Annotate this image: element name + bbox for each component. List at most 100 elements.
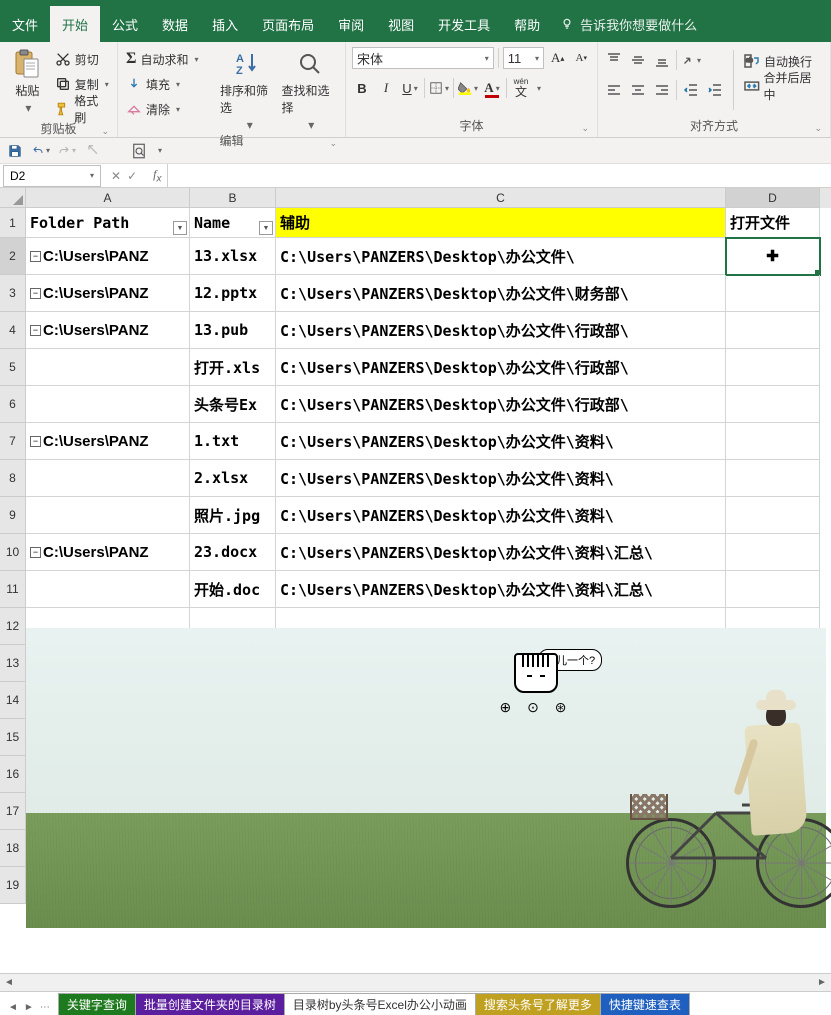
- bold-button[interactable]: B: [352, 78, 372, 98]
- cell[interactable]: 13.xlsx: [190, 238, 276, 275]
- cell[interactable]: C:\Users\PANZERS\Desktop\办公文件\资料\汇总\: [276, 534, 726, 571]
- cell[interactable]: [726, 830, 820, 867]
- cell[interactable]: [26, 571, 190, 608]
- scroll-left-icon[interactable]: ◄: [0, 977, 18, 988]
- worksheet-grid[interactable]: A B C D 1Folder Path▼Name▼辅助打开文件2−C:\Use…: [0, 188, 831, 973]
- menu-tab-7[interactable]: 视图: [376, 6, 426, 42]
- orientation-icon[interactable]: ▾: [681, 50, 701, 70]
- increase-font-icon[interactable]: A▴: [548, 48, 568, 68]
- cell[interactable]: [276, 719, 726, 756]
- cell[interactable]: [26, 460, 190, 497]
- cell[interactable]: [276, 645, 726, 682]
- outline-collapse-icon[interactable]: −: [30, 436, 41, 447]
- italic-button[interactable]: I: [376, 78, 396, 98]
- cell[interactable]: [726, 608, 820, 645]
- cell[interactable]: [276, 682, 726, 719]
- sheet-nav-last-icon[interactable]: ►: [22, 1000, 36, 1015]
- outline-collapse-icon[interactable]: −: [30, 325, 41, 336]
- align-left-icon[interactable]: [604, 80, 624, 100]
- format-painter-button[interactable]: 格式刷: [53, 98, 111, 120]
- font-size-select[interactable]: 11▾: [503, 47, 544, 69]
- name-box[interactable]: D2▾: [3, 165, 101, 187]
- outline-collapse-icon[interactable]: −: [30, 288, 41, 299]
- cell[interactable]: [26, 756, 190, 793]
- cell[interactable]: C:\Users\PANZERS\Desktop\办公文件\资料\: [276, 423, 726, 460]
- cell[interactable]: [726, 497, 820, 534]
- sheet-tab[interactable]: 快捷键速查表: [600, 993, 690, 1015]
- autosum-button[interactable]: Σ自动求和▾: [124, 48, 216, 70]
- cell[interactable]: 12.pptx: [190, 275, 276, 312]
- cell[interactable]: C:\Users\PANZERS\Desktop\办公文件\资料\: [276, 497, 726, 534]
- row-header[interactable]: 10: [0, 534, 26, 571]
- cell[interactable]: [190, 682, 276, 719]
- cell[interactable]: [26, 719, 190, 756]
- enter-formula-icon[interactable]: ✓: [127, 169, 137, 183]
- fill-color-button[interactable]: ▾: [458, 78, 478, 98]
- row-header[interactable]: 12: [0, 608, 26, 645]
- horizontal-scrollbar[interactable]: ◄ ►: [0, 973, 831, 991]
- sheet-nav-first-icon[interactable]: ◄: [6, 1000, 20, 1015]
- menu-tab-3[interactable]: 数据: [150, 6, 200, 42]
- fx-icon[interactable]: fx: [147, 167, 167, 184]
- align-middle-icon[interactable]: [628, 50, 648, 70]
- row-header[interactable]: 1: [0, 208, 26, 238]
- cell[interactable]: C:\Users\PANZERS\Desktop\办公文件\行政部\: [276, 349, 726, 386]
- row-header[interactable]: 7: [0, 423, 26, 460]
- cell[interactable]: [726, 756, 820, 793]
- align-bottom-icon[interactable]: [652, 50, 672, 70]
- find-select-button[interactable]: 查找和选择▾: [282, 46, 340, 132]
- row-header[interactable]: 4: [0, 312, 26, 349]
- col-header-A[interactable]: A: [26, 188, 190, 208]
- cell[interactable]: −C:\Users\PANZ: [26, 534, 190, 571]
- cell[interactable]: 13.pub: [190, 312, 276, 349]
- cell[interactable]: ✚: [726, 238, 820, 275]
- outline-collapse-icon[interactable]: −: [30, 251, 41, 262]
- align-center-icon[interactable]: [628, 80, 648, 100]
- cancel-formula-icon[interactable]: ✕: [111, 169, 121, 183]
- menu-tab-4[interactable]: 插入: [200, 6, 250, 42]
- cell[interactable]: [190, 719, 276, 756]
- align-right-icon[interactable]: [652, 80, 672, 100]
- cell[interactable]: 2.xlsx: [190, 460, 276, 497]
- filter-icon[interactable]: ▼: [173, 221, 187, 235]
- cell[interactable]: −C:\Users\PANZ: [26, 238, 190, 275]
- cell[interactable]: [26, 386, 190, 423]
- cell[interactable]: [190, 793, 276, 830]
- save-icon[interactable]: [6, 142, 24, 160]
- align-top-icon[interactable]: [604, 50, 624, 70]
- cell[interactable]: −C:\Users\PANZ: [26, 423, 190, 460]
- cell[interactable]: [26, 682, 190, 719]
- touch-mode-icon[interactable]: [84, 142, 102, 160]
- cell[interactable]: Folder Path▼: [26, 208, 190, 238]
- font-color-button[interactable]: A▾: [482, 78, 502, 98]
- cell[interactable]: 辅助: [276, 208, 726, 238]
- menu-tab-5[interactable]: 页面布局: [250, 6, 326, 42]
- cell[interactable]: [726, 719, 820, 756]
- cell[interactable]: [726, 460, 820, 497]
- underline-button[interactable]: U▾: [400, 78, 420, 98]
- row-header[interactable]: 3: [0, 275, 26, 312]
- cell[interactable]: 打开文件: [726, 208, 820, 238]
- cell[interactable]: [726, 867, 820, 904]
- font-name-select[interactable]: 宋体▾: [352, 47, 494, 69]
- cell[interactable]: [726, 275, 820, 312]
- row-header[interactable]: 14: [0, 682, 26, 719]
- cell[interactable]: [726, 682, 820, 719]
- cell[interactable]: 打开.xls: [190, 349, 276, 386]
- cell[interactable]: [190, 830, 276, 867]
- sheet-tab[interactable]: 目录树by头条号Excel办公小动画: [284, 993, 476, 1015]
- cell[interactable]: [726, 793, 820, 830]
- cell[interactable]: [26, 830, 190, 867]
- paste-button[interactable]: 粘贴▾: [6, 46, 49, 120]
- cell[interactable]: [276, 867, 726, 904]
- cell[interactable]: [726, 386, 820, 423]
- col-header-B[interactable]: B: [190, 188, 276, 208]
- cell[interactable]: [276, 793, 726, 830]
- cell[interactable]: [26, 645, 190, 682]
- tell-me[interactable]: 告诉我你想要做什么: [560, 15, 697, 34]
- cell[interactable]: Name▼: [190, 208, 276, 238]
- cell[interactable]: −C:\Users\PANZ: [26, 275, 190, 312]
- menu-tab-2[interactable]: 公式: [100, 6, 150, 42]
- cell[interactable]: −C:\Users\PANZ: [26, 312, 190, 349]
- phonetic-button[interactable]: wén文: [511, 78, 531, 98]
